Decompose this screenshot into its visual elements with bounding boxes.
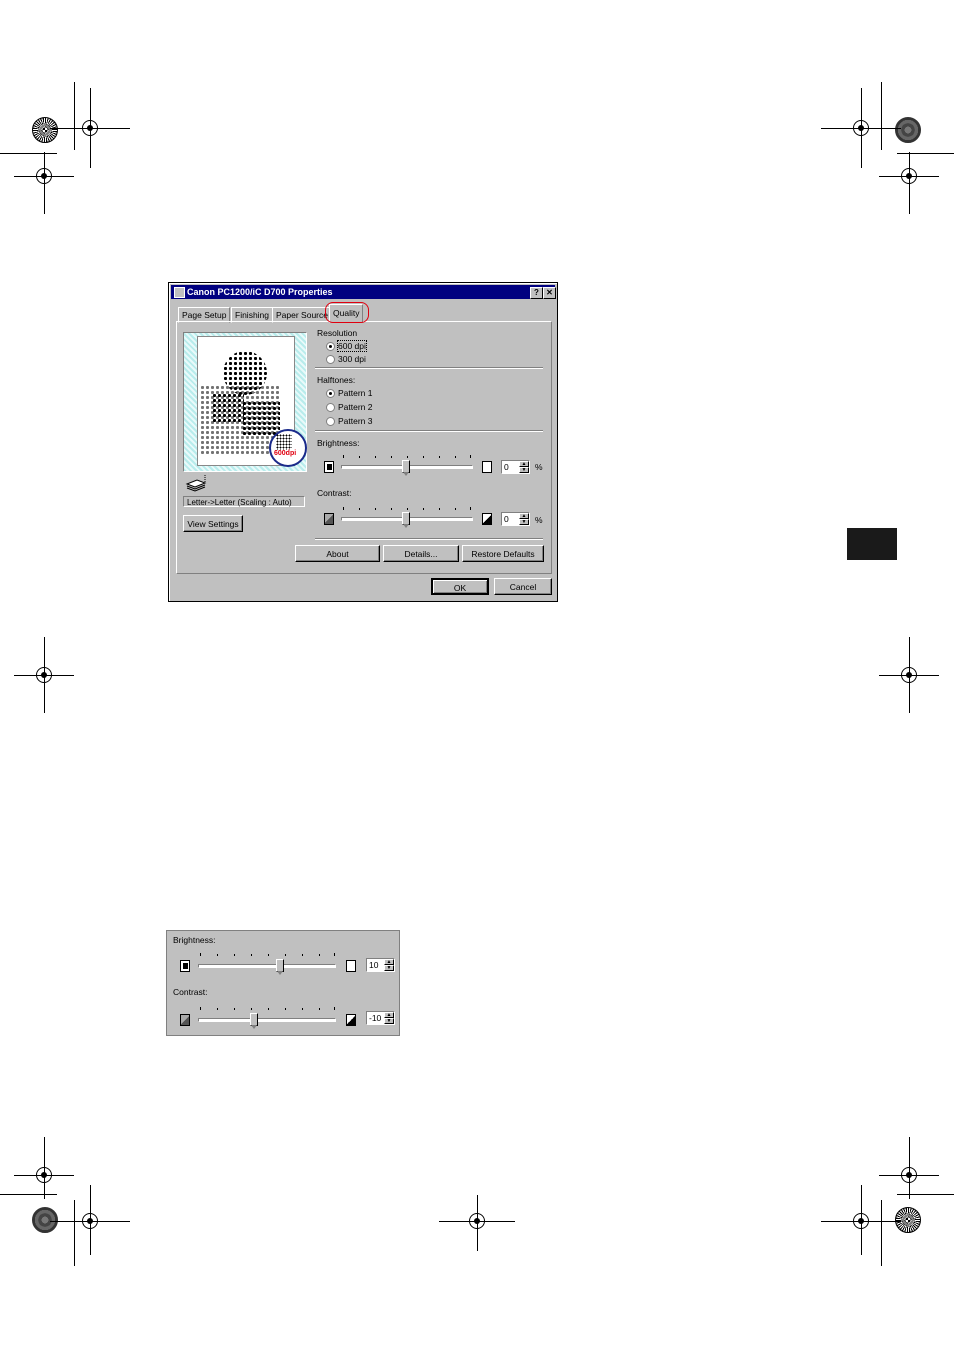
brightness-dark-icon [180,960,190,972]
dialog-title: Canon PC1200/iC D700 Properties [187,287,333,297]
contrast-down-arrow-icon[interactable]: ▼ [384,1018,394,1024]
radio-pattern-1[interactable] [326,389,335,398]
help-button[interactable]: ? [530,287,543,299]
close-button[interactable]: ✕ [543,287,556,299]
resolution-label: Resolution [317,328,358,338]
radio-pattern-2[interactable] [326,403,335,412]
print-preview: 600dpi [183,332,307,472]
contrast-high-icon [482,513,492,525]
closeup-brightness-label: Brightness: [173,935,216,945]
brightness-down-arrow-icon[interactable]: ▼ [519,467,529,473]
brightness-down-arrow-icon[interactable]: ▼ [384,965,394,971]
radio-300dpi-label[interactable]: 300 dpi [338,354,366,364]
chapter-tab-marker [847,528,897,560]
preview-cone [212,393,244,423]
title-bar: Canon PC1200/iC D700 Properties ? ✕ [171,285,556,299]
brightness-dark-icon [324,461,334,473]
starburst-icon [895,1207,921,1233]
cancel-button[interactable]: Cancel [494,578,552,595]
page-size-caption: Letter->Letter (Scaling : Auto) [183,496,305,507]
paper-stack-icon [185,472,207,492]
radio-600dpi[interactable] [326,342,335,351]
halftone-pattern-icon [276,434,292,450]
resolution-badge: 600dpi [269,429,307,467]
divider [315,430,543,432]
printer-properties-dialog: Canon PC1200/iC D700 Properties ? ✕ Page… [168,282,558,602]
resolution-badge-label: 600dpi [274,450,297,457]
contrast-unit: % [535,515,543,525]
closeup-contrast-thumb[interactable] [250,1013,258,1029]
radio-300dpi[interactable] [326,355,335,364]
radio-600dpi-label[interactable]: 600 dpi [337,340,367,352]
divider [315,367,543,369]
brightness-slider-thumb[interactable] [402,460,410,476]
radio-pattern-3[interactable] [326,417,335,426]
brightness-label: Brightness: [317,438,360,448]
starburst-icon [32,117,58,143]
starburst-icon [32,1207,58,1233]
contrast-low-icon [180,1014,190,1026]
preview-cube [242,401,280,435]
contrast-high-icon [346,1014,356,1026]
closeup-brightness-slider[interactable] [198,951,338,975]
brightness-light-icon [346,960,356,972]
highlight-circle [325,302,369,323]
details-button[interactable]: Details... [383,545,459,562]
view-settings-button[interactable]: View Settings [183,515,243,532]
brightness-unit: % [535,462,543,472]
contrast-down-arrow-icon[interactable]: ▼ [519,519,529,525]
printer-icon [174,287,185,298]
halftones-label: Halftones: [317,375,356,385]
radio-pattern-2-label[interactable]: Pattern 2 [338,402,373,412]
closeup-contrast-slider[interactable] [198,1005,338,1029]
contrast-low-icon [324,513,334,525]
contrast-slider[interactable] [341,505,473,528]
divider [315,538,543,540]
about-button[interactable]: About [295,545,380,562]
closeup-contrast-label: Contrast: [173,987,208,997]
ok-button[interactable]: OK [431,578,489,595]
closeup-brightness-thumb[interactable] [276,959,284,975]
restore-defaults-button[interactable]: Restore Defaults [462,545,544,562]
contrast-slider-thumb[interactable] [402,512,410,528]
contrast-label: Contrast: [317,488,352,498]
brightness-light-icon [482,461,492,473]
brightness-contrast-closeup: Brightness: 10 ▲ ▼ Contrast: -10 ▲ ▼ [166,930,400,1036]
starburst-icon [895,117,921,143]
radio-pattern-1-label[interactable]: Pattern 1 [338,388,373,398]
brightness-slider[interactable] [341,453,473,476]
radio-pattern-3-label[interactable]: Pattern 3 [338,416,373,426]
